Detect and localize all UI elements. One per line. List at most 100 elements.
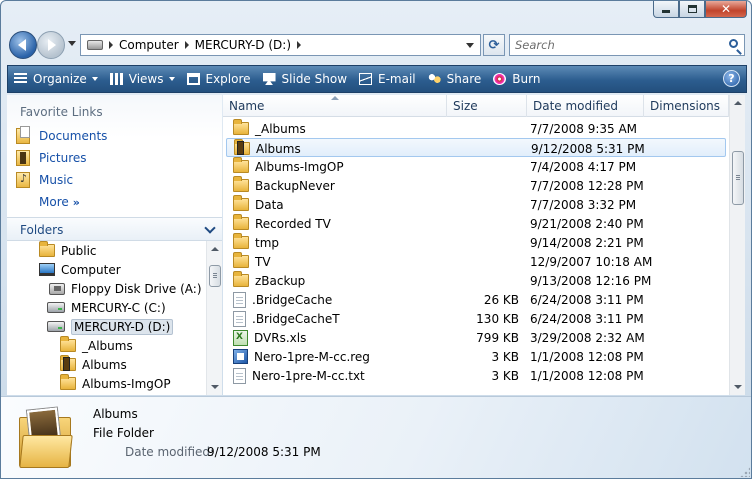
chevron-down-icon bbox=[91, 77, 98, 81]
column-date-modified[interactable]: Date modified bbox=[527, 95, 644, 117]
tree-item-albums-imgop[interactable]: Albums-ImgOP bbox=[60, 374, 171, 393]
file-name-cell: _Albums bbox=[233, 119, 306, 138]
folder-icon bbox=[60, 336, 76, 352]
file-name-cell: zBackup bbox=[233, 271, 305, 290]
share-button[interactable]: Share bbox=[422, 68, 488, 90]
maximize-button[interactable] bbox=[679, 1, 705, 18]
address-bar[interactable]: Computer MERCURY-D (D:) bbox=[80, 34, 481, 56]
refresh-icon: ⟳ bbox=[488, 37, 500, 53]
file-size: 26 KB bbox=[483, 292, 519, 307]
search-icon[interactable] bbox=[729, 39, 738, 48]
file-name-cell: Albums bbox=[234, 139, 301, 158]
table-row[interactable]: Data 7/7/2008 3:32 PM bbox=[226, 195, 726, 214]
file-date: 7/7/2008 9:35 AM bbox=[530, 121, 638, 136]
table-row[interactable]: Albums 9/12/2008 5:31 PM bbox=[226, 138, 726, 157]
chevron-down-icon bbox=[168, 77, 175, 81]
breadcrumb-computer[interactable]: Computer bbox=[119, 38, 179, 52]
tree-item-floppy[interactable]: Floppy Disk Drive (A:) bbox=[49, 279, 202, 298]
computer-icon bbox=[39, 263, 55, 276]
slideshow-button[interactable]: Slide Show bbox=[257, 68, 353, 90]
scroll-down-icon[interactable] bbox=[211, 385, 219, 389]
refresh-button[interactable]: ⟳ bbox=[483, 34, 505, 56]
column-header: Name Size Date modified Dimensions bbox=[223, 95, 729, 117]
chevron-down-icon[interactable] bbox=[204, 222, 216, 234]
table-row[interactable]: Recorded TV 9/21/2008 2:40 PM bbox=[226, 214, 726, 233]
column-size[interactable]: Size bbox=[447, 95, 527, 117]
registry-icon bbox=[233, 349, 248, 364]
folders-bar[interactable]: Folders bbox=[7, 217, 222, 241]
address-drive-icon bbox=[87, 40, 103, 50]
search-box[interactable] bbox=[509, 34, 745, 56]
breadcrumb-drive[interactable]: MERCURY-D (D:) bbox=[195, 38, 291, 52]
organize-label: Organize bbox=[33, 72, 87, 86]
table-row[interactable]: tmp 9/14/2008 2:21 PM bbox=[226, 233, 726, 252]
favorite-documents[interactable]: Documents bbox=[16, 126, 107, 146]
scroll-down-icon[interactable] bbox=[734, 385, 742, 389]
favorite-pictures[interactable]: Pictures bbox=[16, 148, 87, 168]
table-row[interactable]: TV 12/9/2007 10:18 AM bbox=[226, 252, 726, 271]
breadcrumb-separator[interactable] bbox=[184, 41, 189, 49]
table-row[interactable]: Albums-ImgOP 7/4/2008 4:17 PM bbox=[226, 157, 726, 176]
breadcrumb-separator[interactable] bbox=[109, 41, 113, 49]
minimize-icon bbox=[662, 10, 670, 13]
file-name: .BridgeCacheT bbox=[252, 311, 340, 326]
folder-icon bbox=[233, 271, 249, 287]
forward-button[interactable] bbox=[37, 31, 65, 59]
favorite-more[interactable]: More» bbox=[21, 192, 80, 212]
favorite-label: Pictures bbox=[39, 151, 87, 165]
scroll-up-icon[interactable] bbox=[211, 247, 219, 251]
folder-icon bbox=[233, 119, 249, 135]
folder-icon bbox=[233, 157, 249, 173]
tree-item-mercury-d[interactable]: MERCURY-D (D:) bbox=[47, 317, 174, 336]
organize-button[interactable]: Organize bbox=[8, 68, 104, 90]
minimize-button[interactable] bbox=[653, 1, 679, 18]
file-list-scrollbar[interactable] bbox=[729, 95, 745, 395]
tree-item-mercury-c[interactable]: MERCURY-C (C:) bbox=[47, 298, 166, 317]
address-dropdown-icon[interactable] bbox=[466, 43, 474, 48]
tree-item-public[interactable]: Public bbox=[39, 241, 97, 260]
file-date: 9/13/2008 12:16 PM bbox=[530, 273, 652, 288]
burn-button[interactable]: Burn bbox=[487, 68, 546, 90]
search-input[interactable] bbox=[510, 35, 710, 55]
scroll-up-icon[interactable] bbox=[734, 101, 742, 105]
details-date-label: Date modified: bbox=[125, 445, 215, 459]
table-row[interactable]: BackupNever 7/7/2008 12:28 PM bbox=[226, 176, 726, 195]
tree-item-computer[interactable]: Computer bbox=[39, 260, 121, 279]
views-button[interactable]: Views bbox=[104, 68, 181, 90]
file-name-cell: .BridgeCache bbox=[233, 290, 332, 309]
burn-label: Burn bbox=[512, 72, 541, 86]
column-name[interactable]: Name bbox=[223, 95, 447, 117]
resize-grip-icon[interactable] bbox=[740, 467, 750, 477]
table-row[interactable]: .BridgeCache 26 KB 6/24/2008 3:11 PM bbox=[226, 290, 726, 309]
table-row[interactable]: Nero-1pre-M-cc.reg 3 KB 1/1/2008 12:08 PM bbox=[226, 347, 726, 366]
details-item-type: File Folder bbox=[93, 426, 154, 440]
scrollbar-thumb[interactable] bbox=[732, 151, 744, 205]
details-pane: Albums File Folder Date modified: 9/12/2… bbox=[1, 396, 751, 478]
scrollbar-thumb[interactable] bbox=[209, 265, 221, 287]
email-button[interactable]: E-mail bbox=[353, 68, 422, 90]
back-button[interactable] bbox=[9, 31, 37, 59]
tree-item-albums-underscore[interactable]: _Albums bbox=[60, 336, 133, 355]
table-row[interactable]: .BridgeCacheT 130 KB 6/24/2008 3:11 PM bbox=[226, 309, 726, 328]
table-row[interactable]: DVRs.xls 799 KB 3/29/2008 2:32 AM bbox=[226, 328, 726, 347]
column-dimensions[interactable]: Dimensions bbox=[644, 95, 729, 117]
favorite-music[interactable]: Music bbox=[16, 170, 73, 190]
recent-pages-dropdown[interactable] bbox=[68, 41, 76, 46]
music-icon bbox=[16, 172, 30, 188]
file-date: 9/12/2008 5:31 PM bbox=[531, 141, 645, 156]
table-row[interactable]: zBackup 9/13/2008 12:16 PM bbox=[226, 271, 726, 290]
close-button[interactable]: ✕ bbox=[705, 1, 747, 18]
explore-label: Explore bbox=[205, 72, 251, 86]
file-name: Albums-ImgOP bbox=[255, 159, 344, 174]
command-bar: Organize Views Explore Slide Show E-mail… bbox=[7, 65, 747, 93]
file-name: zBackup bbox=[255, 273, 306, 288]
file-size: 130 KB bbox=[476, 311, 519, 326]
breadcrumb-separator[interactable] bbox=[297, 41, 302, 49]
favorite-label: Music bbox=[39, 173, 74, 187]
tree-item-albums[interactable]: Albums bbox=[60, 355, 127, 374]
folder-tree-scrollbar[interactable] bbox=[206, 241, 222, 395]
table-row[interactable]: Nero-1pre-M-cc.txt 3 KB 1/1/2008 12:08 PM bbox=[226, 366, 726, 385]
table-row[interactable]: _Albums 7/7/2008 9:35 AM bbox=[226, 119, 726, 138]
help-button[interactable]: ? bbox=[723, 70, 740, 87]
explore-button[interactable]: Explore bbox=[181, 68, 257, 90]
